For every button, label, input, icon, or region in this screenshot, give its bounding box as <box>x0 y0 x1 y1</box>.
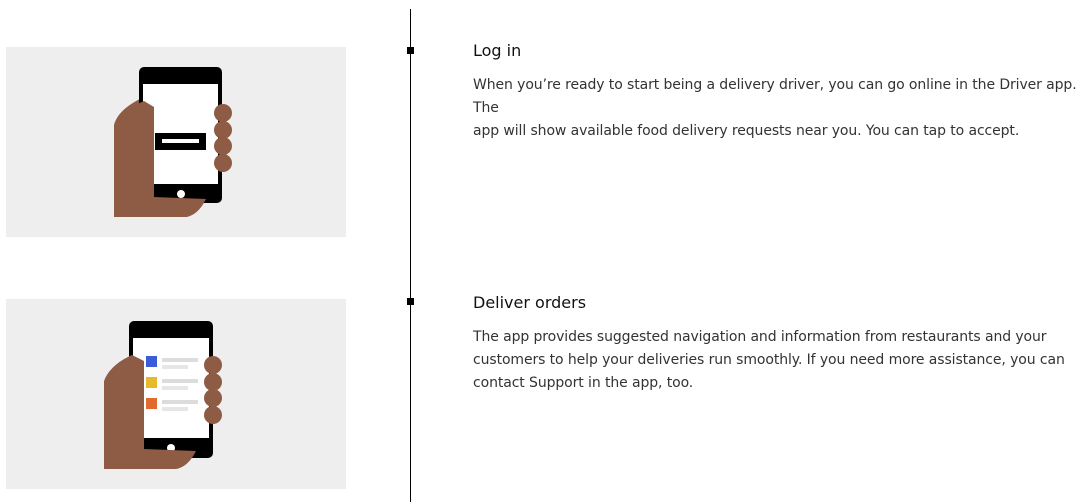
step-title: Deliver orders <box>473 293 587 312</box>
login-illustration <box>6 47 346 237</box>
hand-phone-orders-icon <box>104 321 222 469</box>
step-description: When you’re ready to start being a deliv… <box>473 77 1077 139</box>
hand-phone-login-icon <box>114 67 232 217</box>
timeline-marker-login <box>407 47 414 54</box>
step-description: The app provides suggested navigation an… <box>473 329 1065 391</box>
timeline-marker-deliver <box>407 298 414 305</box>
timeline-line <box>410 9 411 502</box>
deliver-orders-illustration <box>6 299 346 489</box>
step-title: Log in <box>473 41 522 60</box>
step-deliver-orders: Deliver orders The app provides suggeste… <box>473 292 1091 395</box>
step-login: Log in When you’re ready to start being … <box>473 40 1091 143</box>
